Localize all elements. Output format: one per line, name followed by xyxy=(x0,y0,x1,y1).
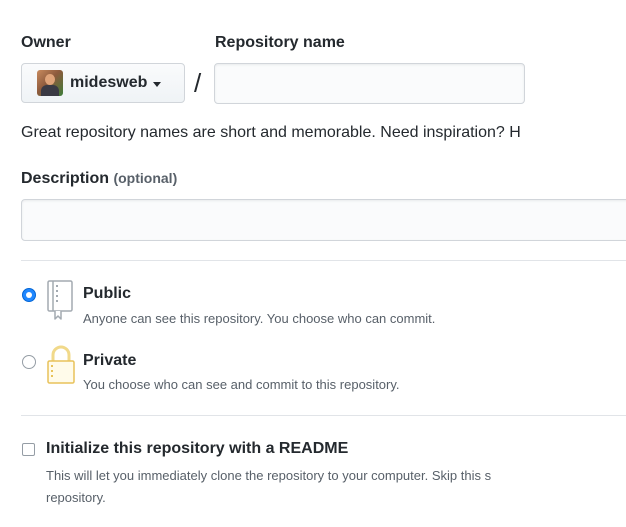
readme-label[interactable]: Initialize this repository with a README xyxy=(46,440,348,458)
private-radio[interactable] xyxy=(22,355,36,369)
description-optional-tag: (optional) xyxy=(113,170,178,186)
description-input[interactable] xyxy=(21,199,626,241)
description-label-text: Description xyxy=(21,170,110,187)
readme-description-line: This will let you immediately clone the … xyxy=(46,468,492,483)
owner-name: midesweb xyxy=(70,74,148,91)
owner-label: Owner xyxy=(21,34,71,51)
repository-name-hint: Great repository names are short and mem… xyxy=(21,124,521,141)
chevron-down-icon xyxy=(153,81,162,87)
public-description: Anyone can see this repository. You choo… xyxy=(83,311,436,326)
avatar xyxy=(37,70,63,96)
readme-description: This will let you immediately clone the … xyxy=(46,465,626,509)
readme-description-line: repository. xyxy=(46,490,106,505)
lock-icon xyxy=(47,345,75,384)
repository-name-label: Repository name xyxy=(215,34,345,51)
repository-name-input[interactable] xyxy=(214,63,525,104)
repo-book-icon xyxy=(47,280,73,320)
divider xyxy=(21,415,626,416)
owner-repo-separator: / xyxy=(194,68,202,98)
private-title: Private xyxy=(83,352,137,369)
owner-select-button[interactable]: midesweb xyxy=(21,63,185,103)
public-radio[interactable] xyxy=(22,288,36,302)
readme-checkbox[interactable] xyxy=(22,443,35,456)
divider xyxy=(21,260,626,261)
private-description: You choose who can see and commit to thi… xyxy=(83,377,400,392)
public-title: Public xyxy=(83,285,132,302)
description-label: Description (optional) xyxy=(21,170,177,188)
